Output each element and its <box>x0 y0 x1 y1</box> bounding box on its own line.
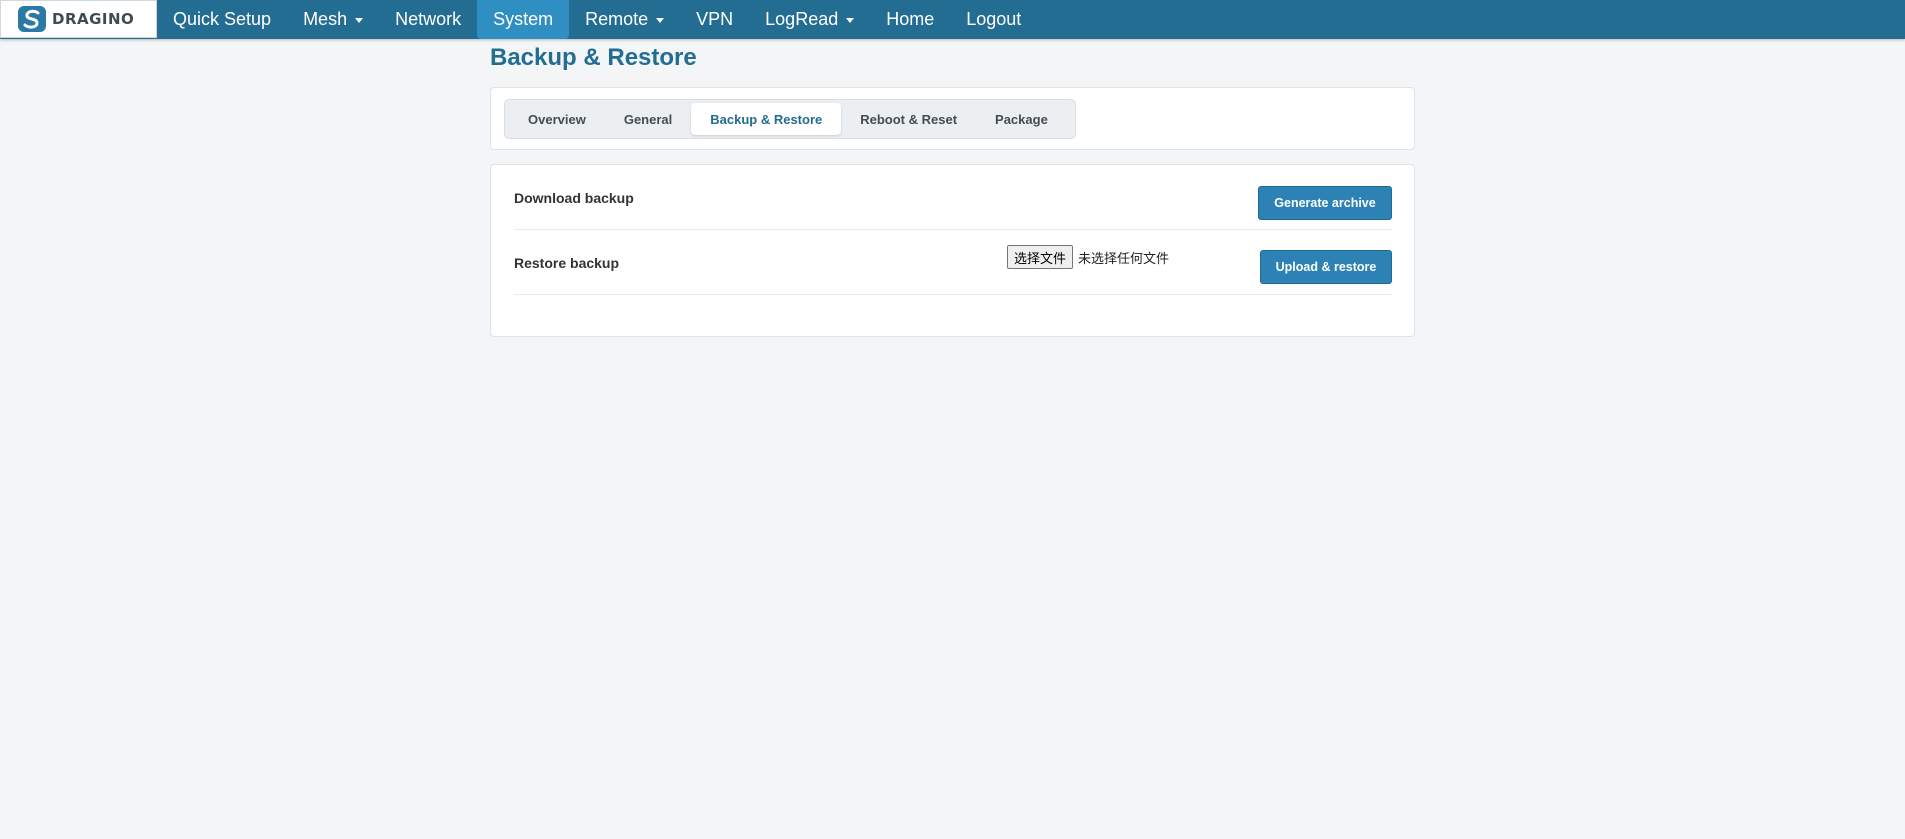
tab-package[interactable]: Package <box>976 103 1067 135</box>
nav-item-label: System <box>493 9 554 29</box>
nav-item-logread[interactable]: LogRead <box>749 0 870 39</box>
tab-overview[interactable]: Overview <box>509 103 605 135</box>
generate-archive-button[interactable]: Generate archive <box>1258 186 1392 220</box>
download-backup-label: Download backup <box>514 189 634 206</box>
nav-item-logout[interactable]: Logout <box>950 0 1037 39</box>
nav-item-network[interactable]: Network <box>379 0 477 39</box>
download-backup-row: Download backup Generate archive <box>514 165 1392 230</box>
nav-item-mesh[interactable]: Mesh <box>287 0 379 39</box>
brand-logo[interactable]: DRAGINO <box>0 0 157 38</box>
nav-item-system[interactable]: System <box>477 0 570 39</box>
page-title: Backup & Restore <box>490 44 697 71</box>
nav-item-remote[interactable]: Remote <box>569 0 680 39</box>
restore-backup-row: Restore backup 选择文件 未选择任何文件 Upload & res… <box>514 230 1392 295</box>
backup-restore-panel: Download backup Generate archive Restore… <box>490 164 1415 337</box>
file-picker: 选择文件 未选择任何文件 <box>1007 245 1169 269</box>
nav-item-label: Mesh <box>303 9 348 29</box>
nav-item-label: VPN <box>696 9 734 29</box>
restore-backup-label: Restore backup <box>514 254 620 271</box>
nav-item-quick-setup[interactable]: Quick Setup <box>157 0 287 39</box>
tab-general[interactable]: General <box>605 103 691 135</box>
nav-item-label: LogRead <box>765 9 839 29</box>
caret-down-icon <box>846 18 855 23</box>
nav-item-home[interactable]: Home <box>870 0 950 39</box>
upload-restore-button[interactable]: Upload & restore <box>1260 250 1392 284</box>
nav-item-label: Remote <box>585 9 649 29</box>
caret-down-icon <box>355 18 364 23</box>
file-status-text: 未选择任何文件 <box>1078 251 1170 267</box>
nav-item-label: Quick Setup <box>173 9 272 29</box>
nav-item-vpn[interactable]: VPN <box>680 0 749 39</box>
dragino-logo-icon <box>18 6 46 32</box>
caret-down-icon <box>656 18 665 23</box>
tab-reboot-reset[interactable]: Reboot & Reset <box>841 103 976 135</box>
tab-backup-restore[interactable]: Backup & Restore <box>691 103 842 135</box>
tabs-panel: Overview General Backup & Restore Reboot… <box>490 87 1415 150</box>
brand-logo-text: DRAGINO <box>52 10 135 28</box>
choose-file-button[interactable]: 选择文件 <box>1007 245 1074 269</box>
nav-item-label: Network <box>395 9 462 29</box>
tab-bar: Overview General Backup & Restore Reboot… <box>504 99 1076 139</box>
top-navbar: DRAGINO Quick Setup Mesh Network System … <box>0 0 1905 39</box>
nav-item-label: Home <box>886 9 935 29</box>
nav-item-label: Logout <box>966 9 1022 29</box>
